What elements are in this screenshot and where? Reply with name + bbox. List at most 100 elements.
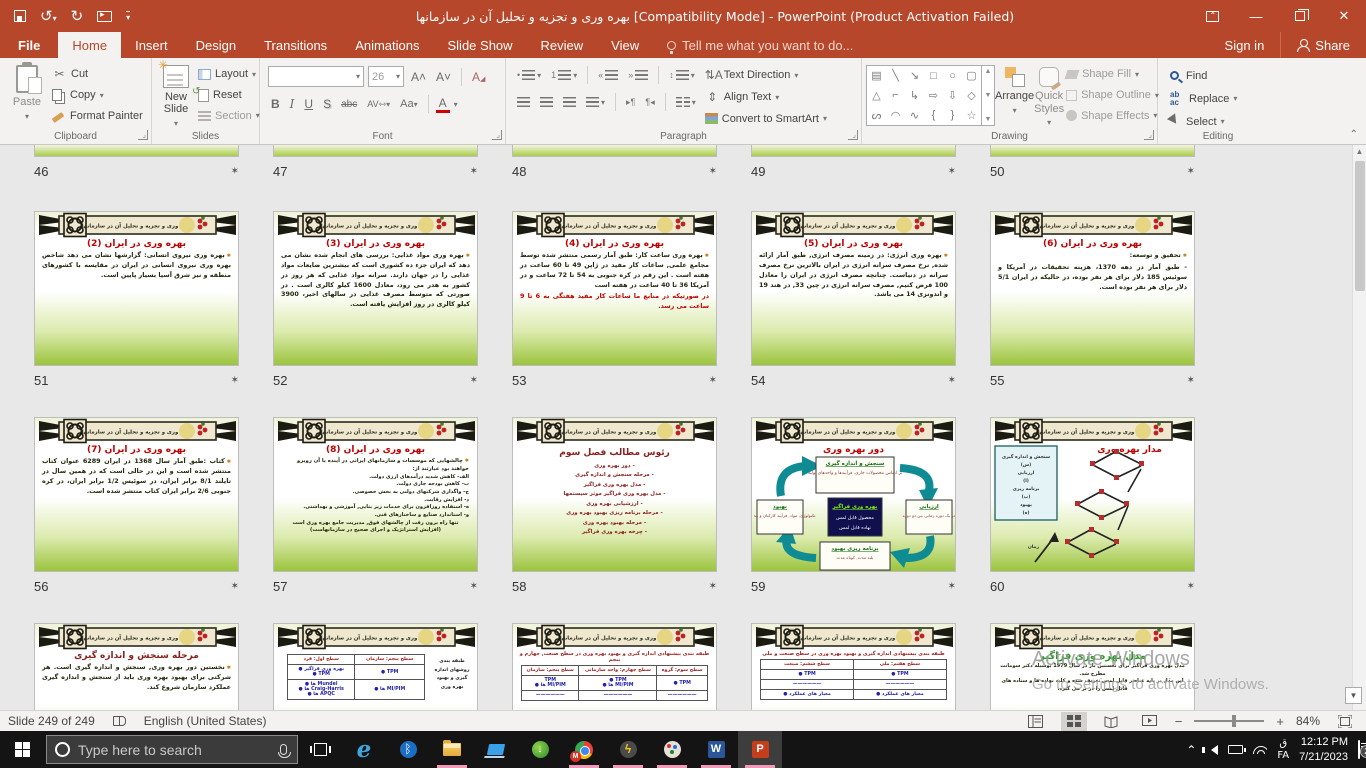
format-painter-button[interactable]: Format Painter <box>52 107 143 124</box>
shape-icon[interactable]: ☆ <box>967 109 977 122</box>
shape-fill-button[interactable]: Shape Fill▾ <box>1066 66 1159 83</box>
language-indicator[interactable]: قFA <box>1277 738 1289 762</box>
battery-icon[interactable] <box>1228 745 1243 754</box>
taskbar-winamp[interactable]: ϟ <box>606 731 650 768</box>
taskbar-search-box[interactable]: Type here to search <box>46 735 298 764</box>
bold-button[interactable]: B <box>268 96 283 112</box>
reading-view-button[interactable] <box>1099 712 1125 731</box>
paragraph-dialog-launcher[interactable] <box>848 130 858 140</box>
tab-view[interactable]: View <box>597 32 653 58</box>
restore-button[interactable] <box>1278 0 1322 32</box>
slide-thumbnail-partial[interactable] <box>273 145 478 157</box>
tell-me-box[interactable]: Tell me what you want to do... <box>653 32 853 58</box>
taskbar-computer[interactable] <box>474 731 518 768</box>
increase-font-size-button[interactable]: A˄ <box>408 69 429 85</box>
paste-button[interactable]: Paste▾ <box>4 62 50 128</box>
shape-icon[interactable]: □ <box>930 70 937 82</box>
scrollbar-thumb[interactable] <box>1355 161 1365 291</box>
shape-icon[interactable]: △ <box>872 89 880 102</box>
slide-thumbnail[interactable]: بهره وری و تجزیه و تحلیل آن در سازمانها … <box>273 211 478 366</box>
slide-thumbnail[interactable]: بهره وری و تجزیه و تحلیل آن در سازمانها … <box>990 417 1195 572</box>
language-label[interactable]: English (United States) <box>144 714 267 728</box>
normal-view-button[interactable] <box>1023 712 1049 731</box>
font-size-combo[interactable]: 26▾ <box>368 66 404 87</box>
close-button[interactable]: ✕ <box>1322 0 1366 32</box>
cut-button[interactable]: ✂Cut <box>52 66 143 83</box>
shape-icon[interactable]: { <box>932 109 936 121</box>
start-slideshow-icon[interactable] <box>97 11 112 22</box>
numbering-button[interactable]: 1▾ <box>548 68 580 82</box>
start-button[interactable] <box>0 731 44 768</box>
tab-home[interactable]: Home <box>58 32 121 58</box>
slide-thumbnail-partial[interactable] <box>34 145 239 157</box>
taskbar-bluetooth[interactable]: ᛒ <box>386 731 430 768</box>
taskbar-paint[interactable] <box>650 731 694 768</box>
share-button[interactable]: Share <box>1280 32 1366 58</box>
taskbar-word[interactable]: W <box>694 731 738 768</box>
line-spacing-button[interactable]: ↕▾ <box>666 68 698 82</box>
shape-icon[interactable]: ↘ <box>910 69 919 82</box>
slide-thumbnail[interactable]: بهره وری و تجزیه و تحلیل آن در سازمانها … <box>990 623 1195 710</box>
slide-thumbnail[interactable]: بهره وری و تجزیه و تحلیل آن در سازمانها … <box>34 417 239 572</box>
find-button[interactable]: Find <box>1170 66 1272 85</box>
slide-thumbnail[interactable]: بهره وری و تجزیه و تحلیل آن در سازمانها … <box>512 211 717 366</box>
slide-thumbnail-partial[interactable] <box>990 145 1195 157</box>
align-center-button[interactable] <box>537 95 556 109</box>
slide-thumbnail[interactable]: بهره وری و تجزیه و تحلیل آن در سازمانها … <box>990 211 1195 366</box>
shape-icon[interactable]: ᔕ <box>872 109 882 122</box>
ltr-direction-button[interactable]: ▸¶ <box>623 95 638 110</box>
vertical-scrollbar[interactable]: ▲ <box>1352 145 1366 710</box>
shape-icon[interactable]: ▤ <box>871 69 881 82</box>
ribbon-display-options-button[interactable] <box>1190 0 1234 32</box>
tab-transitions[interactable]: Transitions <box>250 32 341 58</box>
copy-button[interactable]: Copy▾ <box>52 87 143 104</box>
bullets-button[interactable]: •▾ <box>514 68 544 82</box>
rtl-direction-button[interactable]: ¶◂ <box>642 95 657 110</box>
align-text-button[interactable]: ⇕Align Text▾ <box>705 88 827 107</box>
font-dialog-launcher[interactable] <box>492 130 502 140</box>
decrease-indent-button[interactable]: « <box>595 68 621 82</box>
zoom-slider[interactable] <box>1194 720 1264 722</box>
new-slide-button[interactable]: New Slide▾ <box>156 62 196 128</box>
taskbar-powerpoint[interactable]: P <box>738 731 782 768</box>
text-direction-button[interactable]: ⇅AText Direction▾ <box>705 66 827 85</box>
quick-styles-button[interactable]: Quick Styles▾ <box>1034 62 1064 128</box>
columns-button[interactable]: ▾ <box>673 95 699 109</box>
slide-thumbnail[interactable]: بهره وری و تجزیه و تحلیل آن در سازمانها … <box>273 417 478 572</box>
taskbar-edge[interactable]: e <box>342 731 386 768</box>
shapes-gallery[interactable]: ▤╲↘□○▢△⌐↳⇨⇩◇ᔕ◠∿{}☆ ▲▼▼ <box>866 62 995 128</box>
customize-qat-icon[interactable]: ▾ <box>126 11 130 22</box>
taskbar-idm[interactable]: ↓ <box>518 731 562 768</box>
tab-insert[interactable]: Insert <box>121 32 182 58</box>
collapse-ribbon-button[interactable]: ⌃ <box>1350 129 1358 140</box>
clear-formatting-button[interactable]: A◢ <box>469 69 488 85</box>
shape-icon[interactable]: ╲ <box>892 69 899 82</box>
shape-icon[interactable]: ⇩ <box>948 89 957 102</box>
zoom-out-button[interactable]: − <box>1175 714 1183 729</box>
decrease-font-size-button[interactable]: A˅ <box>433 69 454 85</box>
fit-to-window-button[interactable] <box>1332 712 1358 731</box>
spell-check-icon[interactable] <box>113 716 126 726</box>
slide-thumbnail[interactable]: بهره وری و تجزیه و تحلیل آن در سازمانها … <box>751 211 956 366</box>
font-name-combo[interactable]: ▾ <box>268 66 364 87</box>
slide-thumbnail[interactable]: بهره وری و تجزیه و تحلیل آن در سازمانها … <box>751 417 956 572</box>
shape-outline-button[interactable]: Shape Outline▾ <box>1066 87 1159 104</box>
convert-to-smartart-button[interactable]: Convert to SmartArt▾ <box>705 109 827 128</box>
slide-thumbnail[interactable]: بهره وری و تجزیه و تحلیل آن در سازمانها … <box>751 623 956 710</box>
underline-button[interactable]: U <box>301 96 316 112</box>
slide-thumbnail-partial[interactable] <box>751 145 956 157</box>
drawing-dialog-launcher[interactable] <box>1144 130 1154 140</box>
font-color-button[interactable]: A <box>436 96 450 113</box>
increase-indent-button[interactable]: » <box>625 68 651 82</box>
slide-sorter-view-button[interactable] <box>1061 712 1087 731</box>
microphone-icon[interactable] <box>280 744 287 755</box>
shape-icon[interactable]: ↳ <box>910 89 919 102</box>
minimize-button[interactable]: — <box>1234 0 1278 32</box>
tray-expand-icon[interactable]: ⌃ <box>1186 743 1196 757</box>
clock[interactable]: 12:12 PM7/21/2023 <box>1299 735 1348 764</box>
align-right-button[interactable] <box>560 95 579 109</box>
section-button[interactable]: Section▾ <box>198 107 260 124</box>
slide-thumbnail-partial[interactable] <box>512 145 717 157</box>
zoom-slider-thumb[interactable] <box>1232 715 1236 727</box>
slide-thumbnail[interactable]: بهره وری و تجزیه و تحلیل آن در سازمانها … <box>512 417 717 572</box>
